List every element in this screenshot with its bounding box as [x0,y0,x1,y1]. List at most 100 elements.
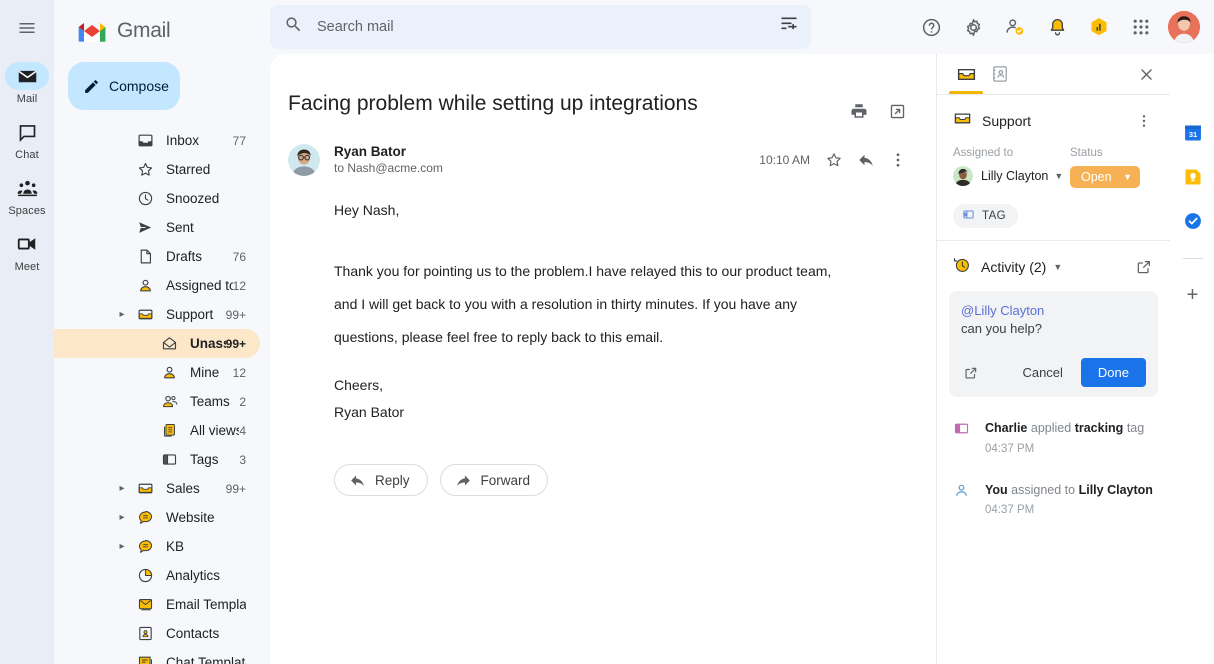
tune-filter-icon[interactable] [779,15,799,40]
search-input[interactable] [317,19,779,35]
status-value: Open [1081,170,1112,184]
note-open-in-new-icon[interactable] [961,363,981,383]
chevron-down-icon: ▼ [1054,171,1063,181]
activity-actor: Charlie [985,421,1027,435]
sidebar-item-sent[interactable]: ▸Sent [54,213,260,242]
expand-caret-icon[interactable]: ▸ [112,309,132,320]
sidebar-item-label: Tags [182,452,239,467]
sidebar-item-all-views[interactable]: ▸All views4 [54,416,260,445]
sidebar-item-mine[interactable]: ▸Mine12 [54,358,260,387]
close-icon[interactable] [1132,60,1160,88]
google-calendar-icon[interactable]: 31 [1182,122,1204,144]
sidebar-item-teams[interactable]: ▸Teams2 [54,387,260,416]
tray-tab-icon[interactable] [949,54,983,94]
sidebar-item-assigned-to-me[interactable]: ▸Assigned to me12 [54,271,260,300]
open-in-new-icon[interactable] [882,96,912,126]
tag-label: TAG [982,210,1006,222]
print-icon[interactable] [844,96,874,126]
more-vertical-icon[interactable] [884,146,912,174]
mailbox-section: Support Assigned to Lilly [937,95,1170,241]
expand-caret-icon[interactable]: ▸ [112,483,132,494]
app-left-rail: Mail Chat Spaces [0,0,54,664]
forward-button[interactable]: Forward [440,464,549,496]
sidebar-item-email-templates[interactable]: ▸Email Templates [54,590,260,619]
activity-title: Activity (2) [981,259,1046,275]
sidebar-item-sales[interactable]: ▸Sales99+ [54,474,260,503]
spaces-people-icon [5,174,49,202]
contact-card-tab-icon[interactable] [983,54,1017,94]
assigned-field: Assigned to Lilly Clayton ▼ [953,147,1070,188]
rail-item-meet[interactable]: Meet [0,230,54,273]
forward-button-label: Forward [481,473,531,488]
panel-tabs [937,54,1170,95]
tag-icon [953,419,973,455]
sidebar-item-count: 99+ [226,337,260,351]
account-avatar[interactable] [1168,11,1200,43]
note-done-button[interactable]: Done [1081,358,1146,387]
chevron-down-icon[interactable]: ▼ [1053,262,1062,272]
status-field: Status Open ▼ [1070,147,1156,188]
sidebar-item-drafts[interactable]: ▸Drafts76 [54,242,260,271]
video-camera-icon [5,230,49,258]
help-icon[interactable] [912,8,950,46]
assignee-avatar [953,166,973,186]
message-header: Ryan Bator to Nash@acme.com 10:10 AM [270,126,936,176]
compose-button[interactable]: Compose [68,62,180,110]
sidebar-item-kb[interactable]: ▸KB [54,532,260,561]
sidebar-item-analytics[interactable]: ▸Analytics [54,561,260,590]
sidebar-item-website[interactable]: ▸ Website [54,503,260,532]
sidebar-item-label: Website [158,510,246,525]
google-apps-side-rail: 31 + [1170,54,1214,664]
email-body: Hey Nash, Thank you for pointing us to t… [270,176,890,426]
mailbox-fields: Assigned to Lilly Clayton ▼ Status [953,147,1156,188]
sidebar-item-snoozed[interactable]: ▸Snoozed [54,184,260,213]
inbox-icon [132,132,158,149]
sidebar-item-label: All views [182,423,239,438]
main-region: Facing problem while setting up integrat… [270,0,1214,664]
contact-card-icon [132,625,158,642]
sidebar-folder-list: ▸Inbox77▸Starred▸Snoozed▸Sent▸Drafts76▸A… [54,126,270,664]
expand-caret-icon[interactable]: ▸ [112,541,132,552]
person-icon [156,364,182,381]
settings-gear-icon[interactable] [954,8,992,46]
hiver-badge-icon[interactable] [1080,8,1118,46]
hamburger-menu-icon[interactable] [7,8,47,48]
activity-entry: You assigned to Lilly Clayton 04:37 PM [953,481,1158,517]
rail-item-chat[interactable]: Chat [0,118,54,161]
mail-icon [5,62,49,90]
apps-grid-icon[interactable] [1122,8,1160,46]
send-icon [132,219,158,236]
expand-caret-icon[interactable]: ▸ [112,512,132,523]
tag-icon [156,451,182,468]
activity-open-in-new-icon[interactable] [1132,255,1156,279]
sidebar-item-label: Contacts [158,626,246,641]
sidebar-item-support[interactable]: ▸Support99+ [54,300,260,329]
rail-item-mail[interactable]: Mail [0,62,54,105]
assignee-selector[interactable]: Lilly Clayton ▼ [953,166,1070,186]
sidebar-item-tags[interactable]: ▸Tags3 [54,445,260,474]
reply-button[interactable]: Reply [334,464,428,496]
search-bar[interactable] [270,5,811,49]
add-contact-icon[interactable] [996,8,1034,46]
add-plus-icon[interactable]: + [1187,285,1199,305]
mailbox-more-icon[interactable] [1132,109,1156,133]
status-badge[interactable]: Open ▼ [1070,166,1140,188]
rail-label-meet: Meet [15,261,40,273]
reply-arrow-icon[interactable] [852,146,880,174]
sidebar-item-unassigned[interactable]: ▸Unassigned99+ [54,329,260,358]
star-outline-icon[interactable] [820,146,848,174]
google-keep-icon[interactable] [1182,166,1204,188]
sidebar-item-inbox[interactable]: ▸Inbox77 [54,126,260,155]
rail-item-spaces[interactable]: Spaces [0,174,54,217]
google-tasks-icon[interactable] [1182,210,1204,232]
sidebar-item-contacts[interactable]: ▸Contacts [54,619,260,648]
sidebar-item-starred[interactable]: ▸Starred [54,155,260,184]
sidebar-item-chat-templates[interactable]: ▸Chat Templates [54,648,260,664]
note-actions: Cancel Done [961,336,1146,387]
note-composer-card: @Lilly Clayton can you help? Cancel Done [949,291,1158,397]
tag-button[interactable]: TAG [953,204,1018,228]
notifications-bell-icon[interactable] [1038,8,1076,46]
note-cancel-button[interactable]: Cancel [1010,358,1074,387]
content-region: Facing problem while setting up integrat… [270,54,1214,664]
sidebar-item-label: Sales [158,481,226,496]
